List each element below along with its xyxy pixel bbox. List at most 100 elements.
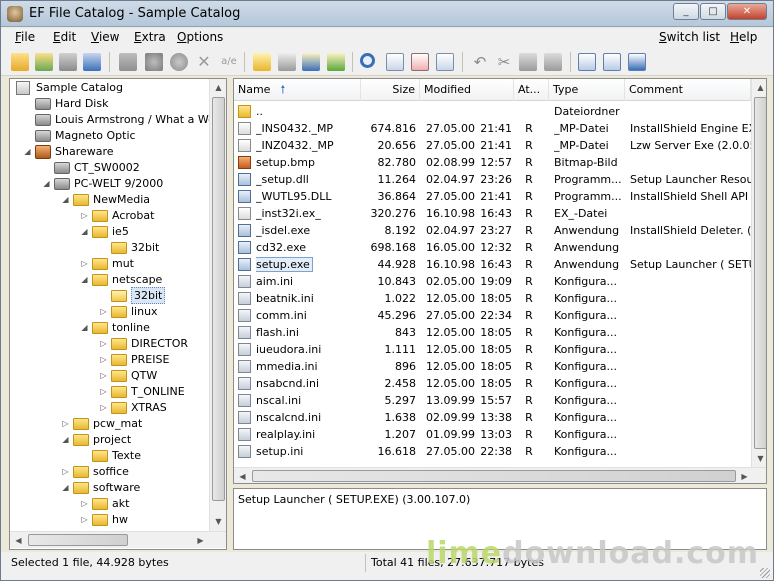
file-row[interactable]: setup.bmp 82.780 02.08.99 12:57 R Bitmap-Bild [234,154,751,171]
menu-file[interactable]: File [15,30,35,44]
tree-item[interactable]: ◢ Shareware [10,144,208,160]
scroll-left-arrow-icon[interactable]: ◀ [10,532,27,549]
collapse-icon[interactable]: ◢ [61,484,70,493]
file-row[interactable]: flash.ini 843 12.05.00 18:05 R Konfigura... [234,324,751,341]
expand-icon[interactable]: ▷ [80,260,89,269]
new-folder-icon[interactable] [253,53,271,71]
new-catalog-icon[interactable] [11,53,29,71]
column-header-name[interactable]: Name 🠕 [234,79,361,101]
scroll-thumb[interactable] [754,97,766,449]
tree-item[interactable]: Louis Armstrong / What a Wonderful World [10,112,226,128]
file-row[interactable]: aim.ini 10.843 02.05.00 19:09 R Konfigura... [234,273,751,290]
expand-icon[interactable]: ▷ [80,212,89,221]
edit-comment-icon[interactable] [302,53,320,71]
file-row[interactable]: setup.ini 16.618 27.05.00 22:38 R Konfigura..… [234,443,751,460]
copy-icon[interactable] [519,53,537,71]
file-row[interactable]: comm.ini 45.296 27.05.00 22:34 R Konfigura... [234,307,751,324]
tree-item[interactable]: ◢ NewMedia [10,192,208,208]
tree-item[interactable]: ▷ akt [10,496,208,512]
file-row[interactable]: realplay.ini 1.207 01.09.99 13:03 R Konfigura… [234,426,751,443]
tree-item[interactable]: ◢ ie5 [10,224,208,240]
file-row[interactable]: nscalcnd.ini 1.638 02.09.99 13:38 R Konfigura… [234,409,751,426]
scroll-right-arrow-icon[interactable]: ▶ [736,468,753,483]
file-row[interactable]: nscal.ini 5.297 13.09.99 15:57 R Konfigura... [234,392,751,409]
file-row[interactable]: beatnik.ini 1.022 12.05.00 18:05 R Konfigura.… [234,290,751,307]
tree-vertical-scrollbar[interactable]: ▲ ▼ [209,79,226,531]
close-button[interactable]: ✕ [727,3,767,20]
scroll-thumb[interactable] [28,534,128,546]
list-horizontal-scrollbar[interactable]: ◀ ▶ [234,467,766,483]
menu-view[interactable]: View [91,30,119,44]
file-row[interactable]: setup.exe 44.928 16.10.98 16:43 R Anwendung Se… [234,256,751,273]
find-next-icon[interactable] [386,53,404,71]
tree-item[interactable]: ▷ QTW [10,368,208,384]
tree-item[interactable]: ◢ PC-WELT 9/2000 [10,176,208,192]
undo-icon[interactable]: ↶ [471,53,489,71]
rename-icon[interactable]: a/e [220,53,238,71]
expand-icon[interactable]: ▷ [99,356,108,365]
file-row[interactable]: _setup.dll 11.264 02.04.97 23:26 R Programm..… [234,171,751,188]
file-list[interactable]: Name 🠕 Size Modified At... Type Comment .… [233,78,767,484]
update-disk-icon[interactable] [145,53,163,71]
catalog-tree[interactable]: Sample Catalog Hard Disk Louis Armstrong /… [9,78,227,550]
file-row[interactable]: _isdel.exe 8.192 02.04.97 23:27 R Anwendung In… [234,222,751,239]
scroll-thumb[interactable] [212,97,225,501]
file-row[interactable]: nsabcnd.ini 2.458 12.05.00 18:05 R Konfigura.… [234,375,751,392]
menu-switch-list[interactable]: Switch list [659,30,720,44]
scroll-down-arrow-icon[interactable]: ▼ [752,450,766,467]
menu-help[interactable]: Help [730,30,757,44]
tree-item[interactable]: ▷ XTRAS [10,400,208,416]
maximize-button[interactable]: □ [700,3,726,20]
collapse-icon[interactable]: ◢ [80,228,89,237]
menu-extra[interactable]: Extra [134,30,166,44]
tree-item[interactable]: ▷ mut [10,256,208,272]
resize-grip-icon[interactable] [760,568,770,578]
tree-item[interactable]: ▷ Acrobat [10,208,208,224]
tree-item[interactable]: ▷ T_ONLINE [10,384,208,400]
cancel-icon[interactable] [170,53,188,71]
column-header-type[interactable]: Type [549,79,625,101]
export-icon[interactable] [628,53,646,71]
collapse-icon[interactable]: ◢ [80,324,89,333]
minimize-button[interactable]: _ [673,3,699,20]
expand-icon[interactable]: ▷ [80,500,89,509]
collapse-icon[interactable]: ◢ [61,436,70,445]
tree-item[interactable]: ◢ netscape [10,272,208,288]
file-row[interactable]: _WUTL95.DLL 36.864 27.05.00 21:41 R Programm.… [234,188,751,205]
tree-item[interactable]: ◢ software [10,480,208,496]
tree-item[interactable]: Magneto Optic [10,128,208,144]
print-icon[interactable] [603,53,621,71]
tree-item[interactable]: ◢ tonline [10,320,208,336]
file-row[interactable]: iueudora.ini 1.111 12.05.00 18:05 R Konfigura… [234,341,751,358]
open-catalog-icon[interactable] [35,53,53,71]
report-icon[interactable] [411,53,429,71]
print-preview-icon[interactable] [578,53,596,71]
paste-icon[interactable] [544,53,562,71]
pane-splitter[interactable] [227,78,232,550]
scroll-left-arrow-icon[interactable]: ◀ [234,468,251,483]
expand-icon[interactable]: ▷ [80,516,89,525]
scroll-up-arrow-icon[interactable]: ▲ [752,79,766,96]
expand-icon[interactable]: ▷ [99,308,108,317]
file-row[interactable]: cd32.exe 698.168 16.05.00 12:32 R Anwendung [234,239,751,256]
expand-icon[interactable]: ▷ [61,420,70,429]
column-header-modified[interactable]: Modified [420,79,514,101]
tree-item[interactable]: Sample Catalog [10,80,208,96]
tree-item[interactable]: ▷ PREISE [10,352,208,368]
tree-item[interactable]: ◢ project [10,432,208,448]
tree-item[interactable]: ▷ DIRECTOR [10,336,208,352]
collapse-icon[interactable]: ◢ [80,276,89,285]
tree-item[interactable]: ▷ hw [10,512,208,528]
scroll-thumb[interactable] [252,470,736,482]
tree-item[interactable]: ▷ linux [10,304,208,320]
column-header-attributes[interactable]: At... [514,79,549,101]
properties-icon[interactable] [278,53,296,71]
add-disk-icon[interactable] [119,53,137,71]
file-row[interactable]: _INS0432._MP 674.816 27.05.00 21:41 R _MP-Dat… [234,120,751,137]
collapse-icon[interactable]: ◢ [42,180,51,189]
collapse-icon[interactable]: ◢ [23,148,32,157]
tree-item[interactable]: Texte [10,448,208,464]
cut-icon[interactable]: ✂ [495,53,513,71]
tree-item[interactable]: 32bit [10,287,208,304]
expand-icon[interactable]: ▷ [99,372,108,381]
